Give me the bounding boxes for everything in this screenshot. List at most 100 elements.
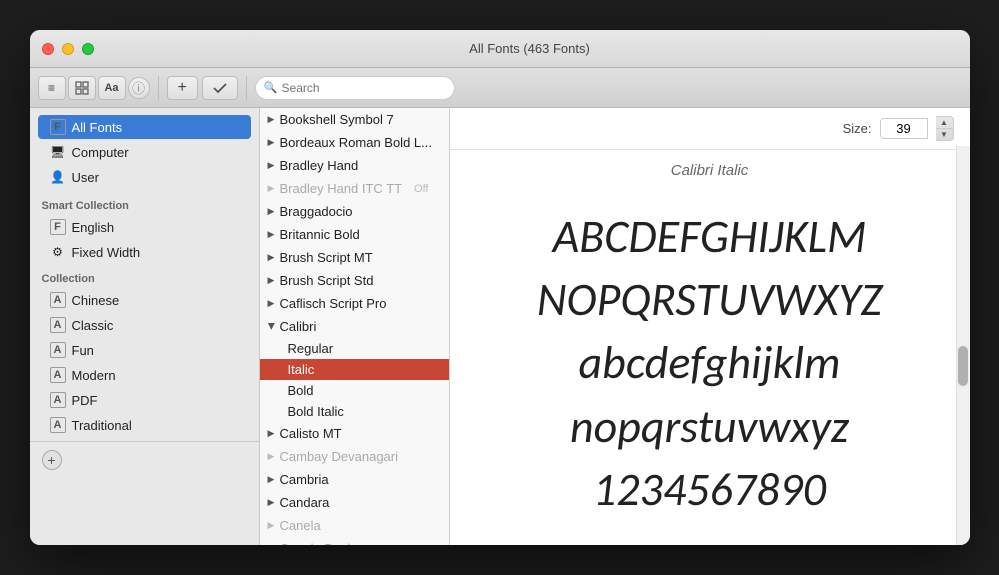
preview-button[interactable]: Aa bbox=[98, 76, 126, 100]
list-item[interactable]: ▶ Britannic Bold bbox=[260, 223, 449, 246]
font-item-label: Brush Script MT bbox=[280, 250, 373, 265]
list-item[interactable]: Bold Italic bbox=[260, 401, 449, 422]
list-item[interactable]: ▶ Calibri bbox=[260, 315, 449, 338]
expand-triangle: ▶ bbox=[268, 520, 275, 531]
list-item[interactable]: ▶ Bordeaux Roman Bold L... bbox=[260, 131, 449, 154]
sidebar-item-fun[interactable]: A Fun bbox=[38, 338, 251, 362]
size-input[interactable] bbox=[880, 118, 928, 139]
toolbar: ≡ Aa ⓘ + 🔍 bbox=[30, 68, 970, 108]
font-item-label: Candara bbox=[280, 495, 330, 510]
preview-font-name: Calibri Italic bbox=[450, 150, 970, 183]
preview-pane: Size: ▲ ▼ Calibri Italic ABCDEFGHIJKLM N… bbox=[450, 108, 970, 545]
preview-line-5: 1234567890 bbox=[593, 463, 826, 518]
traditional-label: Traditional bbox=[72, 418, 132, 433]
expand-triangle: ▶ bbox=[268, 252, 275, 263]
classic-icon: A bbox=[50, 317, 66, 333]
sidebar-bottom: + bbox=[30, 441, 259, 478]
sidebar-item-computer[interactable]: 🖥 Computer bbox=[38, 140, 251, 164]
list-item[interactable]: ▶ Cambay Devanagari bbox=[260, 445, 449, 468]
font-item-label: Caflisch Script Pro bbox=[280, 296, 387, 311]
close-button[interactable] bbox=[42, 43, 54, 55]
size-stepper[interactable]: ▲ ▼ bbox=[936, 116, 954, 141]
list-item[interactable]: Bold bbox=[260, 380, 449, 401]
sidebar-item-traditional[interactable]: A Traditional bbox=[38, 413, 251, 437]
titlebar: All Fonts (463 Fonts) bbox=[30, 30, 970, 68]
expand-triangle: ▶ bbox=[268, 474, 275, 485]
list-item[interactable]: ▶ Brush Script Std bbox=[260, 269, 449, 292]
app-window: All Fonts (463 Fonts) ≡ Aa ⓘ + bbox=[30, 30, 970, 545]
sidebar-item-modern[interactable]: A Modern bbox=[38, 363, 251, 387]
font-item-label: Braggadocio bbox=[280, 204, 353, 219]
font-item-label: Bradley Hand ITC TT bbox=[280, 181, 403, 196]
maximize-button[interactable] bbox=[82, 43, 94, 55]
user-icon: 👤 bbox=[50, 169, 66, 185]
sidebar-item-all-fonts[interactable]: F All Fonts bbox=[38, 115, 251, 139]
list-view-button[interactable]: ≡ bbox=[38, 76, 66, 100]
fixed-width-label: Fixed Width bbox=[72, 245, 141, 260]
size-label: Size: bbox=[843, 121, 872, 136]
modern-icon: A bbox=[50, 367, 66, 383]
font-item-label: Bordeaux Roman Bold L... bbox=[280, 135, 432, 150]
list-item[interactable]: ▶ Candara bbox=[260, 491, 449, 514]
list-item[interactable]: ▶ Calisto MT bbox=[260, 422, 449, 445]
preview-line-3: abcdefghijklm bbox=[579, 336, 841, 391]
list-item[interactable]: ▶ Brush Script MT bbox=[260, 246, 449, 269]
sidebar-item-pdf[interactable]: A PDF bbox=[38, 388, 251, 412]
sidebar-item-chinese[interactable]: A Chinese bbox=[38, 288, 251, 312]
toolbar-separator-2 bbox=[246, 76, 247, 100]
font-item-label: Canela bbox=[280, 518, 321, 533]
font-item-label: Calisto MT bbox=[280, 426, 342, 441]
size-down[interactable]: ▼ bbox=[936, 129, 953, 140]
expand-triangle: ▶ bbox=[268, 543, 275, 545]
list-item[interactable]: ▶ Bradley Hand ITC TT Off bbox=[260, 177, 449, 200]
sidebar-item-user[interactable]: 👤 User bbox=[38, 165, 251, 189]
minimize-button[interactable] bbox=[62, 43, 74, 55]
list-item[interactable]: ▶ Braggadocio bbox=[260, 200, 449, 223]
grid-view-button[interactable] bbox=[68, 76, 96, 100]
expand-triangle: ▶ bbox=[268, 114, 275, 125]
expand-triangle: ▶ bbox=[268, 275, 275, 286]
preview-line-1: ABCDEFGHIJKLM bbox=[553, 210, 867, 265]
off-badge: Off bbox=[414, 183, 428, 195]
sidebar-item-fixed-width[interactable]: ⚙ Fixed Width bbox=[38, 240, 251, 264]
list-item[interactable]: ▶ Cambria bbox=[260, 468, 449, 491]
modern-label: Modern bbox=[72, 368, 116, 383]
list-item[interactable]: ▶ Bradley Hand bbox=[260, 154, 449, 177]
expand-triangle: ▶ bbox=[268, 497, 275, 508]
list-item[interactable]: ▶ Caflisch Script Pro bbox=[260, 292, 449, 315]
collection-header: Collection bbox=[30, 265, 259, 287]
traditional-icon: A bbox=[50, 417, 66, 433]
expand-triangle: ▶ bbox=[265, 323, 276, 330]
add-collection-button[interactable]: + bbox=[42, 450, 62, 470]
sidebar-item-classic[interactable]: A Classic bbox=[38, 313, 251, 337]
search-icon: 🔍 bbox=[264, 81, 278, 94]
fun-icon: A bbox=[50, 342, 66, 358]
add-font-button[interactable]: + bbox=[167, 76, 198, 100]
all-fonts-icon: F bbox=[50, 119, 66, 135]
sidebar-item-english[interactable]: F English bbox=[38, 215, 251, 239]
info-button[interactable]: ⓘ bbox=[128, 77, 150, 99]
size-up[interactable]: ▲ bbox=[936, 117, 953, 129]
chinese-icon: A bbox=[50, 292, 66, 308]
expand-triangle: ▶ bbox=[268, 206, 275, 217]
preview-scrollbar-track[interactable] bbox=[956, 146, 970, 545]
list-item[interactable]: ▶ Canela bbox=[260, 514, 449, 537]
expand-triangle: ▶ bbox=[268, 137, 275, 148]
list-item[interactable]: ▶ Bookshell Symbol 7 bbox=[260, 108, 449, 131]
check-button[interactable] bbox=[202, 76, 238, 100]
list-item[interactable]: Italic bbox=[260, 359, 449, 380]
font-list: ▶ Bookshell Symbol 7 ▶ Bordeaux Roman Bo… bbox=[260, 108, 449, 545]
list-item[interactable]: ▶ Canela Deck bbox=[260, 537, 449, 545]
grid-icon bbox=[75, 81, 89, 95]
expand-triangle: ▶ bbox=[268, 451, 275, 462]
font-subitem-label: Bold Italic bbox=[288, 404, 344, 419]
fun-label: Fun bbox=[72, 343, 94, 358]
chinese-label: Chinese bbox=[72, 293, 120, 308]
preview-header: Size: ▲ ▼ bbox=[450, 108, 970, 150]
fixed-width-icon: ⚙ bbox=[50, 244, 66, 260]
list-item[interactable]: Regular bbox=[260, 338, 449, 359]
view-controls: ≡ Aa ⓘ bbox=[38, 76, 150, 100]
computer-icon: 🖥 bbox=[50, 144, 66, 160]
search-input[interactable] bbox=[282, 81, 446, 95]
preview-scrollbar-thumb[interactable] bbox=[958, 346, 968, 386]
